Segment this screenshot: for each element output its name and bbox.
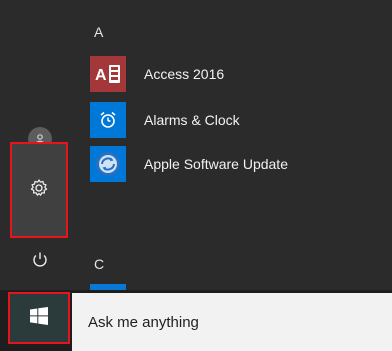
search-placeholder: Ask me anything xyxy=(88,313,199,331)
alarm-clock-icon xyxy=(90,102,126,138)
app-item-apple-software-update[interactable]: Apple Software Update xyxy=(90,146,390,182)
gear-icon xyxy=(29,178,49,203)
settings-button[interactable] xyxy=(10,142,68,238)
access-icon: A xyxy=(90,56,126,92)
section-letter-a[interactable]: A xyxy=(94,24,103,40)
search-box[interactable]: Ask me anything xyxy=(72,293,392,351)
power-icon xyxy=(30,250,50,275)
start-button[interactable] xyxy=(8,292,70,344)
svg-text:A: A xyxy=(95,67,107,84)
app-item-access[interactable]: A Access 2016 xyxy=(90,56,390,92)
app-label: Access 2016 xyxy=(144,66,225,82)
start-menu: A A Access 2016 Alarms & Clock Apple Sof… xyxy=(0,0,392,290)
app-label: Apple Software Update xyxy=(144,156,288,172)
windows-logo-icon xyxy=(30,306,48,330)
start-menu-rail xyxy=(0,0,80,290)
power-button[interactable] xyxy=(12,234,68,290)
app-item-alarms-clock[interactable]: Alarms & Clock xyxy=(90,102,390,138)
section-letter-c[interactable]: C xyxy=(94,256,104,272)
app-label: Alarms & Clock xyxy=(144,112,240,128)
apple-software-update-icon xyxy=(90,146,126,182)
